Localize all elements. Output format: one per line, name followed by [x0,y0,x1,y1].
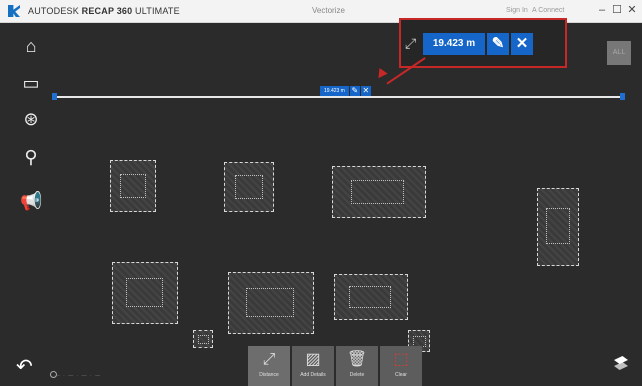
scan-plan [112,262,178,324]
distance-tool-button[interactable]: ⤢ Distance [248,346,290,386]
ruler-icon: ⤢ [262,351,276,368]
scan-plan [537,188,579,266]
clear-button[interactable]: ⬚ Clear [380,346,422,386]
connect-link[interactable]: A Connect [532,7,564,14]
sign-in-link[interactable]: Sign In [506,7,528,14]
maximize-icon[interactable]: ☐ [611,4,623,16]
measurement-line[interactable] [55,96,623,98]
image-add-icon: ▨ [305,351,321,368]
clear-icon: ⬚ [393,351,409,368]
delete-button[interactable]: 🗑 Delete [336,346,378,386]
scale-bar: — · — · — · — [50,373,102,379]
scan-plan [224,162,274,212]
edit-icon-small[interactable]: ✎ [349,85,360,96]
measurement-zoom-callout: ⤢ 19.423 m ✎ ✕ [399,18,567,68]
edit-measurement-button[interactable]: ✎ [487,33,509,55]
navigate-icon[interactable]: ⊛ [20,108,42,130]
measurement-end-handle[interactable] [620,93,625,100]
scan-plan [110,160,156,212]
app-title: AUTODESK RECAP 360 ULTIMATE [28,6,180,16]
measurement-start-handle[interactable] [52,93,57,100]
delete-icon-small[interactable]: ✕ [360,85,371,96]
delete-measurement-button[interactable]: ✕ [511,33,533,55]
close-window-icon[interactable]: ✕ [626,4,638,16]
trash-icon: 🗑 [346,351,368,368]
measure-toolbar: ⤢ Distance ▨ Add Details 🗑 Delete ⬚ Clea… [248,346,424,386]
layers-icon[interactable] [612,354,630,372]
monitor-icon[interactable]: ▭ [20,72,42,94]
document-title: Vectorize [312,6,345,15]
back-icon[interactable]: ↶ [16,354,33,379]
scan-plan [193,330,213,348]
minimize-icon[interactable]: – [596,4,608,16]
measurement-value: 19.423 m [423,33,485,55]
home-icon[interactable]: ⌂ [20,35,42,57]
scan-plan [334,274,408,320]
recap-logo-icon [8,5,20,17]
view-all-button[interactable]: ALL [607,41,631,65]
announce-icon[interactable]: 📢 [20,190,42,212]
measure-diagonal-icon: ⤢ [405,35,417,51]
measurement-label-small: 19.423 m ✎ ✕ [320,85,371,96]
search-icon[interactable]: ⚲ [20,146,42,168]
scan-plan [228,272,314,334]
measurement-value-small: 19.423 m [320,85,349,96]
scan-plan [332,166,426,218]
add-details-button[interactable]: ▨ Add Details [292,346,334,386]
